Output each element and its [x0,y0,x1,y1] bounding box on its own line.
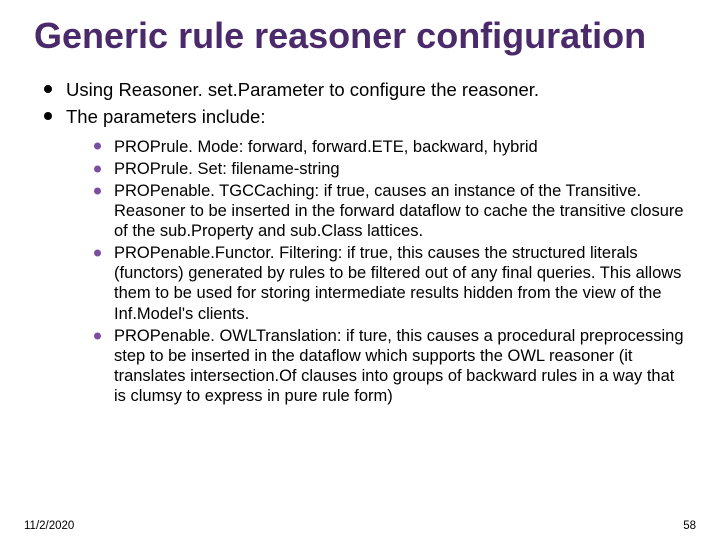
inner-list: PROPrule. Mode: forward, forward.ETE, ba… [66,137,686,407]
bullet-text: Using Reasoner. set.Parameter to configu… [66,79,539,100]
slide-footer: 11/2/2020 58 [24,520,696,532]
sub-bullet-text: PROPenable. OWLTranslation: if ture, thi… [114,327,684,405]
bullet-item: The parameters include: PROPrule. Mode: … [40,105,686,406]
sub-bullet-text: PROPenable.Functor. Filtering: if true, … [114,244,681,322]
sub-bullet-item: PROPenable.Functor. Filtering: if true, … [90,243,686,324]
slide: Generic rule reasoner configuration Usin… [0,0,720,540]
slide-title: Generic rule reasoner configuration [34,16,686,56]
sub-bullet-text: PROPrule. Set: filename-string [114,160,340,178]
bullet-text: The parameters include: [66,106,266,127]
sub-bullet-item: PROPenable. TGCCaching: if true, causes … [90,181,686,241]
outer-list: Using Reasoner. set.Parameter to configu… [34,78,686,406]
sub-bullet-item: PROPrule. Mode: forward, forward.ETE, ba… [90,137,686,157]
footer-date: 11/2/2020 [24,520,74,532]
sub-bullet-item: PROPenable. OWLTranslation: if ture, thi… [90,326,686,407]
sub-bullet-item: PROPrule. Set: filename-string [90,159,686,179]
sub-bullet-text: PROPenable. TGCCaching: if true, causes … [114,182,684,240]
sub-bullet-text: PROPrule. Mode: forward, forward.ETE, ba… [114,138,538,156]
footer-page-number: 58 [683,520,696,532]
bullet-item: Using Reasoner. set.Parameter to configu… [40,78,686,101]
